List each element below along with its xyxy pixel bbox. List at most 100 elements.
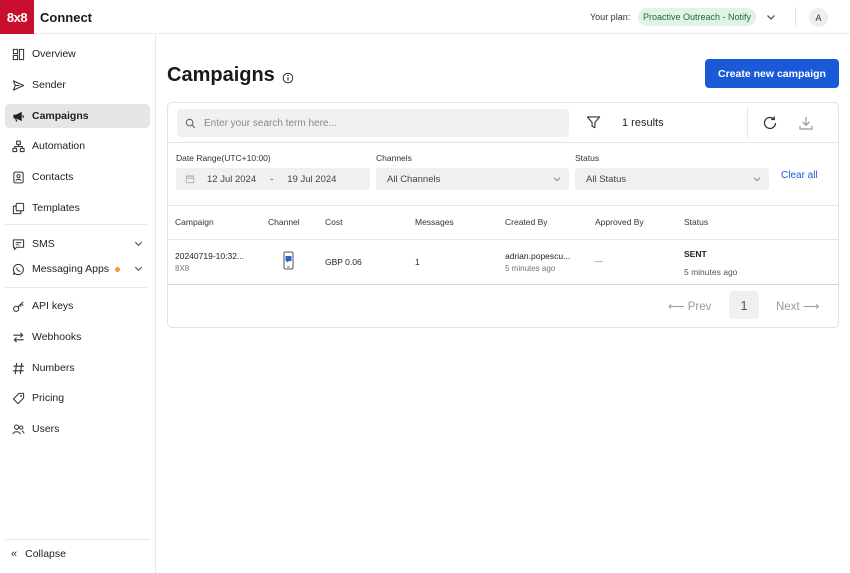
plan-badge[interactable]: Proactive Outreach - Notify (638, 8, 757, 26)
clear-all-link[interactable]: Clear all (781, 170, 818, 181)
results-count: 1 results (622, 117, 664, 129)
arrow-right-icon: ⟶ (799, 301, 820, 313)
date-to: 19 Jul 2024 (287, 173, 337, 185)
prev-page-button[interactable]: ⟵ Prev (668, 299, 711, 313)
send-icon (11, 78, 25, 92)
search-box[interactable] (177, 109, 569, 137)
column-header-approved-by: Approved By (595, 217, 644, 227)
status-time: 5 minutes ago (684, 267, 738, 277)
mobile-sms-icon (283, 251, 294, 270)
chevron-down-icon[interactable] (133, 263, 144, 274)
megaphone-icon (11, 109, 25, 123)
collapse-label: Collapse (25, 547, 66, 560)
channels-select[interactable]: All Channels (376, 168, 569, 190)
sidebar-item-label: Overview (32, 48, 76, 60)
cost-value: GBP 0.06 (325, 257, 362, 267)
top-bar: 8x8 Connect Your plan: Proactive Outreac… (0, 0, 850, 34)
chevron-down-icon[interactable] (133, 238, 144, 249)
double-chevron-left-icon: « (11, 547, 18, 560)
tag-icon (11, 391, 25, 405)
sidebar-item-label: Users (32, 423, 60, 435)
column-header-messages: Messages (415, 217, 454, 227)
search-input[interactable] (204, 117, 554, 129)
sidebar-item-label: Templates (32, 202, 80, 214)
divider (747, 107, 748, 139)
date-range-picker[interactable]: 12 Jul 2024 - 19 Jul 2024 (176, 168, 370, 190)
filter-icon[interactable] (586, 115, 601, 130)
search-icon (185, 118, 196, 128)
channels-label: Channels (376, 153, 412, 163)
sidebar-item-campaigns[interactable]: Campaigns (5, 104, 150, 128)
chevron-down-icon (753, 177, 761, 182)
column-header-status: Status (684, 217, 709, 227)
chevron-down-icon (553, 177, 561, 182)
prev-label: Prev (687, 301, 712, 313)
created-by-user: adrian.popescu... (505, 251, 571, 261)
status-value: All Status (586, 173, 627, 185)
messages-count: 1 (415, 257, 420, 267)
column-header-created-by: Created By (505, 217, 548, 227)
download-icon[interactable] (798, 115, 814, 131)
sidebar-item-label: Sender (32, 79, 66, 91)
sidebar-item-numbers[interactable]: Numbers (5, 356, 150, 380)
sidebar-item-label: Messaging Apps (32, 263, 110, 275)
notification-dot (115, 266, 121, 272)
divider (168, 205, 838, 206)
chevron-down-icon[interactable] (765, 11, 777, 23)
sidebar: Overview Sender Campaigns Automation Con… (0, 34, 156, 573)
collapse-button[interactable]: « Collapse (5, 539, 150, 567)
plan-label: Your plan: (590, 12, 631, 22)
avatar[interactable]: A (809, 8, 828, 27)
sidebar-item-label: Pricing (32, 392, 65, 404)
whatsapp-icon (11, 262, 25, 276)
divider (168, 142, 838, 143)
sidebar-item-label: Webhooks (32, 331, 82, 343)
info-icon[interactable] (282, 72, 294, 84)
divider (795, 7, 796, 27)
page-number[interactable]: 1 (729, 291, 759, 319)
sidebar-item-label: SMS (32, 238, 55, 250)
sidebar-item-pricing[interactable]: Pricing (5, 386, 150, 410)
sidebar-item-api-keys[interactable]: API keys (5, 294, 150, 318)
date-from: 12 Jul 2024 (207, 173, 257, 185)
sidebar-item-users[interactable]: Users (5, 417, 150, 441)
sidebar-item-contacts[interactable]: Contacts (5, 165, 150, 189)
hash-icon (11, 361, 25, 375)
automation-icon (11, 139, 25, 153)
sidebar-item-automation[interactable]: Automation (5, 134, 150, 158)
campaign-sender: 8X8 (175, 264, 190, 273)
logo[interactable]: 8x8 (0, 0, 34, 34)
status-label: Status (575, 153, 600, 163)
date-separator: - (270, 173, 274, 185)
date-range-label: Date Range(UTC+10:00) (176, 153, 271, 163)
calendar-icon (185, 175, 195, 184)
sidebar-item-messaging-apps[interactable]: Messaging Apps (5, 257, 150, 281)
created-time: 5 minutes ago (505, 264, 556, 273)
sidebar-item-label: API keys (32, 300, 74, 312)
sidebar-item-label: Numbers (32, 362, 75, 374)
app-name: Connect (40, 10, 92, 25)
divider (168, 239, 838, 240)
sidebar-item-label: Contacts (32, 171, 74, 183)
arrow-left-icon: ⟵ (668, 301, 688, 313)
sidebar-item-label: Automation (32, 140, 86, 152)
column-header-channel: Channel (268, 217, 300, 227)
create-campaign-button[interactable]: Create new campaign (705, 59, 839, 88)
status-select[interactable]: All Status (575, 168, 769, 190)
divider (168, 284, 838, 285)
webhooks-icon (11, 330, 25, 344)
sidebar-item-templates[interactable]: Templates (5, 196, 150, 220)
campaign-name[interactable]: 20240719-10:32... (175, 251, 244, 261)
key-icon (11, 299, 25, 313)
refresh-icon[interactable] (762, 115, 778, 131)
divider (5, 287, 147, 288)
page-title: Campaigns (167, 64, 275, 86)
sidebar-item-label: Campaigns (32, 110, 89, 122)
sidebar-item-sender[interactable]: Sender (5, 73, 150, 97)
next-page-button[interactable]: Next ⟶ (776, 299, 819, 313)
campaigns-panel: 1 results Date Range(UTC+10:00) 12 Jul 2… (167, 102, 839, 328)
sidebar-item-webhooks[interactable]: Webhooks (5, 325, 150, 349)
sidebar-item-sms[interactable]: SMS (5, 232, 150, 256)
sidebar-item-overview[interactable]: Overview (5, 42, 150, 66)
overview-icon (11, 47, 25, 61)
